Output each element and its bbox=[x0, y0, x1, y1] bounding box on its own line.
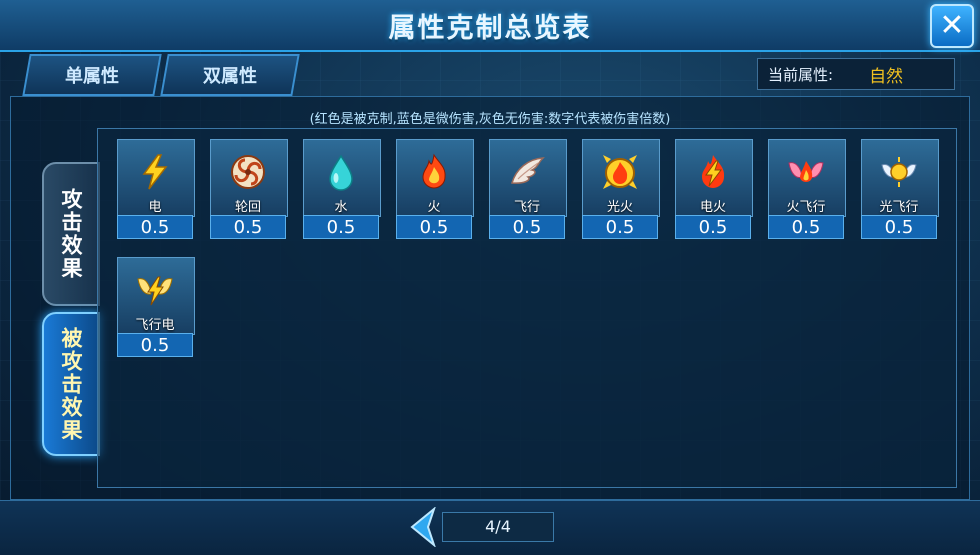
attribute-card[interactable]: 光飞行 0.5 bbox=[861, 139, 939, 239]
current-attribute-label: 当前属性: bbox=[768, 65, 834, 84]
attribute-name: 轮回 bbox=[234, 200, 261, 215]
prev-arrow-icon[interactable] bbox=[406, 507, 436, 547]
light-wing-icon bbox=[881, 157, 917, 187]
light-fire-icon bbox=[603, 155, 637, 189]
attribute-name: 光火 bbox=[606, 200, 633, 215]
damage-multiplier: 0.5 bbox=[582, 215, 658, 239]
attribute-name: 飞行电 bbox=[135, 318, 175, 333]
close-icon: ✕ bbox=[939, 8, 965, 43]
attribute-card[interactable]: 轮回 0.5 bbox=[210, 139, 288, 239]
attribute-name: 电火 bbox=[699, 200, 726, 215]
tab-dual-attribute[interactable]: 双属性 bbox=[160, 54, 300, 96]
attribute-card[interactable]: 火 0.5 bbox=[396, 139, 474, 239]
attribute-card[interactable]: 电 0.5 bbox=[117, 139, 195, 239]
side-tab-attack-effect[interactable]: 攻击效果 bbox=[42, 162, 100, 306]
current-attribute-box: 当前属性: 自然 bbox=[757, 58, 955, 90]
attribute-name: 电 bbox=[148, 200, 162, 215]
page-indicator: 4/4 bbox=[442, 512, 554, 542]
attribute-card[interactable]: 光火 0.5 bbox=[582, 139, 660, 239]
lightning-icon bbox=[142, 154, 168, 190]
attribute-name: 光飞行 bbox=[879, 200, 919, 215]
attribute-tabs: 单属性 双属性 bbox=[22, 54, 300, 96]
damage-multiplier: 0.5 bbox=[861, 215, 937, 239]
electric-fire-icon bbox=[702, 155, 725, 188]
attribute-card[interactable]: 飞行电 0.5 bbox=[117, 257, 195, 357]
damage-multiplier: 0.5 bbox=[768, 215, 844, 239]
fire-wing-icon bbox=[788, 161, 824, 182]
attribute-name: 火 bbox=[427, 200, 441, 215]
damage-multiplier: 0.5 bbox=[210, 215, 286, 239]
attribute-name: 飞行 bbox=[513, 200, 540, 215]
attribute-overview-panel: 属性克制总览表 ✕ 单属性 双属性 当前属性: 自然 (红色是被克制,蓝色是微伤… bbox=[0, 0, 980, 555]
attribute-name: 火飞行 bbox=[786, 200, 826, 215]
damage-multiplier: 0.5 bbox=[396, 215, 472, 239]
damage-multiplier: 0.5 bbox=[489, 215, 565, 239]
close-button[interactable]: ✕ bbox=[930, 4, 974, 48]
water-drop-icon bbox=[329, 154, 353, 191]
attribute-card[interactable]: 电火 0.5 bbox=[675, 139, 753, 239]
title-bar: 属性克制总览表 ✕ bbox=[0, 0, 980, 52]
side-tab-defense-effect[interactable]: 被攻击效果 bbox=[42, 312, 100, 456]
wing-icon bbox=[511, 157, 545, 184]
wing-lightning-icon bbox=[137, 276, 173, 306]
damage-multiplier: 0.5 bbox=[117, 215, 193, 239]
attribute-card[interactable]: 水 0.5 bbox=[303, 139, 381, 239]
damage-multiplier: 0.5 bbox=[303, 215, 379, 239]
swirl-icon bbox=[231, 155, 265, 189]
legend-hint: (红色是被克制,蓝色是微伤害,灰色无伤害:数字代表被伤害倍数) bbox=[309, 112, 671, 127]
tab-single-attribute[interactable]: 单属性 bbox=[22, 54, 162, 96]
damage-multiplier: 0.5 bbox=[117, 333, 193, 357]
damage-multiplier: 0.5 bbox=[675, 215, 751, 239]
attribute-card[interactable]: 火飞行 0.5 bbox=[768, 139, 846, 239]
attribute-card[interactable]: 飞行 0.5 bbox=[489, 139, 567, 239]
fire-icon bbox=[422, 153, 446, 189]
attribute-name: 水 bbox=[334, 200, 348, 215]
current-attribute-value: 自然 bbox=[869, 66, 904, 87]
page-title: 属性克制总览表 bbox=[388, 13, 592, 44]
